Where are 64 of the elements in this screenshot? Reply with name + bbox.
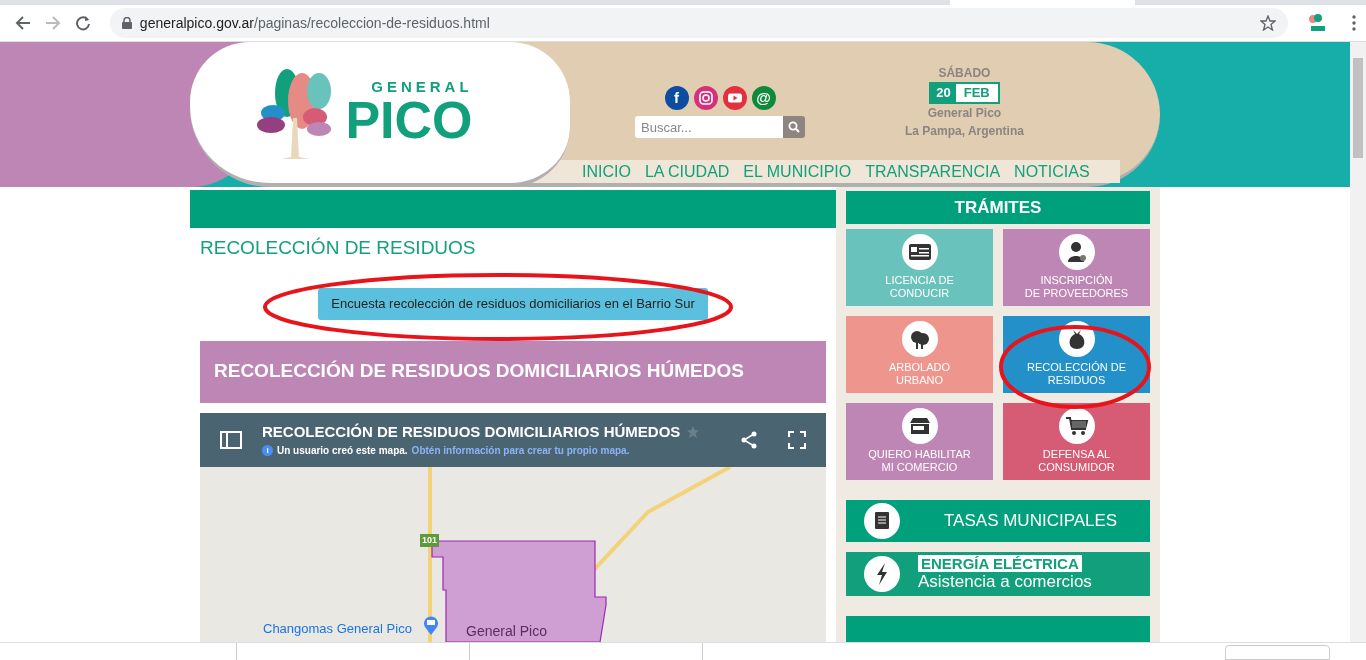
service-tile[interactable]: LICENCIA DE CONDUCIR: [846, 228, 993, 306]
back-arrow-icon: [14, 15, 31, 31]
service-tile[interactable]: ARBOLADO URBANO: [846, 315, 993, 393]
city-text: General Pico: [927, 105, 1002, 122]
star-icon[interactable]: [1260, 15, 1277, 31]
scrollbar[interactable]: [1350, 42, 1366, 642]
menu-icon[interactable]: [1352, 15, 1356, 31]
fullscreen-icon[interactable]: [788, 430, 806, 449]
shop-pin-icon: [423, 614, 439, 635]
search-field[interactable]: Buscar...: [635, 116, 783, 138]
map-view[interactable]: 101 Changomas General Pico General Pico: [200, 466, 826, 642]
lightning-icon: [864, 555, 900, 592]
url-text: generalpico.gov.ar/paginas/recoleccion-de-residuos.html: [139, 13, 491, 33]
route-number: 101: [420, 533, 440, 547]
id-card-icon: [901, 233, 938, 270]
survey-button[interactable]: Encuesta recolección de residuos domiciliarios en el Barrio Sur: [318, 287, 708, 320]
youtube-icon[interactable]: [722, 86, 747, 110]
sidebar-toggle-icon[interactable]: [220, 430, 242, 449]
region-text: La Pampa, Argentina: [905, 123, 1024, 140]
search-button[interactable]: [783, 116, 805, 138]
nav-link[interactable]: INICIO: [582, 159, 631, 184]
logo-big-text: PICO: [345, 94, 473, 146]
nav-link[interactable]: EL MUNICIPIO: [743, 159, 852, 184]
map-info-link[interactable]: Obtén información para crear tu propio mapa.: [411, 443, 630, 459]
document-icon: [864, 502, 900, 539]
section-heading: RECOLECCIÓN DE RESIDUOS DOMICILIARIOS HÚMEDOS: [200, 340, 826, 403]
nav-link[interactable]: NOTICIAS: [1014, 159, 1090, 184]
reload-icon: [74, 15, 91, 31]
sidebar-heading: TRÁMITES: [846, 191, 1150, 224]
day-number: 20: [931, 84, 956, 102]
service-tile[interactable]: INSCRIPCIÓN DE PROVEEDORES: [1003, 228, 1150, 306]
extension-icon[interactable]: [1306, 13, 1328, 33]
place-label: Changomas General Pico: [263, 619, 412, 638]
month-text: FEB: [962, 84, 991, 102]
cart-icon: [1058, 407, 1095, 444]
service-tile[interactable]: QUIERO HABILITAR MI COMERCIO: [846, 402, 993, 480]
logo-small-text: GENERAL: [371, 79, 473, 94]
address-bar[interactable]: generalpico.gov.ar/paginas/recoleccion-de-residuos.html: [109, 8, 1289, 38]
nav-link[interactable]: LA CIUDAD: [644, 159, 730, 184]
forward-arrow-icon: [44, 15, 61, 31]
instagram-icon[interactable]: [693, 86, 718, 110]
star-icon[interactable]: [686, 425, 701, 439]
lock-icon: [121, 17, 132, 29]
scrollbar-thumb[interactable]: [1353, 58, 1363, 158]
facebook-icon[interactable]: f: [664, 86, 689, 110]
service-tile[interactable]: RECOLECCIÓN DE RESIDUOS: [1003, 315, 1150, 393]
service-tile[interactable]: DEFENSA AL CONSUMIDOR: [1003, 402, 1150, 480]
energy-heading: ENERGÍA ELÉCTRICA: [918, 555, 1082, 573]
city-label: General Pico: [466, 621, 547, 641]
nav-link[interactable]: TRANSPARENCIA: [865, 159, 1001, 184]
user-icon: [1058, 233, 1095, 270]
page-title: RECOLECCIÓN DE RESIDUOS: [200, 236, 477, 260]
share-icon[interactable]: [740, 430, 758, 449]
energy-subtitle: Asistencia a comercios: [918, 572, 1092, 593]
tree-icon: [901, 320, 938, 357]
email-icon[interactable]: @: [751, 86, 776, 110]
energy-banner[interactable]: ENERGÍA ELÉCTRICA Asistencia a comercios: [846, 551, 1150, 596]
store-icon: [901, 407, 938, 444]
info-icon: i: [262, 445, 273, 457]
map-title: RECOLECCIÓN DE RESIDUOS DOMICILIARIOS HÚMEDOS: [262, 421, 681, 442]
map-info-text: Un usuario creó este mapa.: [277, 444, 408, 459]
day-name: SÁBADO: [938, 64, 991, 82]
tasas-banner[interactable]: TASAS MUNICIPALES: [846, 499, 1150, 542]
search-icon: [788, 121, 800, 133]
